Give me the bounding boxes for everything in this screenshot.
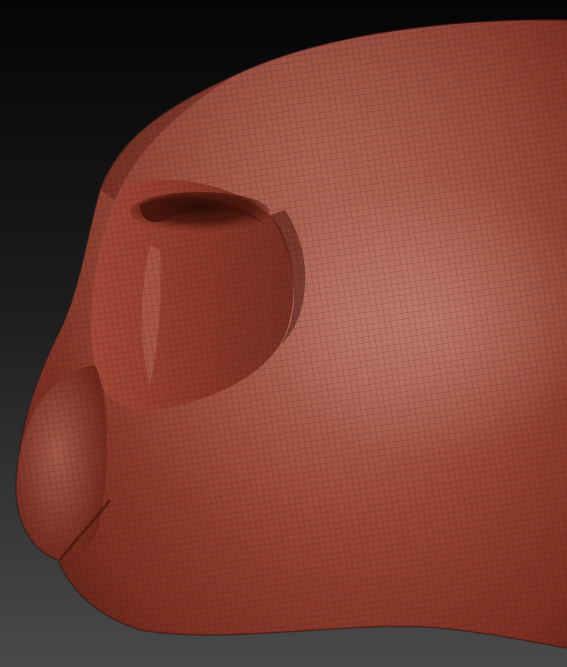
viewport-canvas: [0, 0, 567, 667]
viewport-3d[interactable]: [0, 0, 567, 667]
